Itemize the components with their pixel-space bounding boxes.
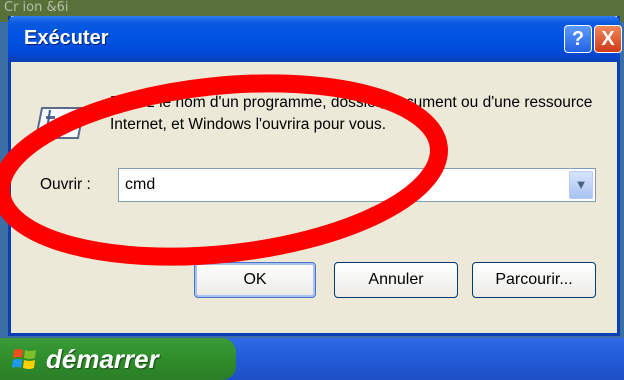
- start-label: démarrer: [46, 344, 159, 374]
- windows-logo-icon: [12, 349, 36, 369]
- chevron-down-icon[interactable]: ▼: [569, 171, 593, 199]
- open-label: Ouvrir :: [40, 176, 91, 193]
- open-input[interactable]: cmd: [125, 176, 155, 194]
- close-button[interactable]: X: [594, 25, 622, 53]
- browse-button[interactable]: Parcourir...: [472, 262, 596, 298]
- open-combobox[interactable]: cmd ▼: [118, 168, 596, 202]
- dialog-title: Exécuter: [24, 27, 109, 49]
- help-button[interactable]: ?: [564, 25, 592, 53]
- desktop-text: Cr ion &6i: [4, 0, 69, 15]
- title-bar[interactable]: Exécuter ? X: [8, 16, 622, 62]
- dialog-description: Entrez le nom d'un programme, dossier, d…: [110, 94, 593, 133]
- ok-button[interactable]: OK: [194, 262, 316, 298]
- cancel-button[interactable]: Annuler: [334, 262, 458, 298]
- start-button[interactable]: démarrer: [0, 338, 236, 380]
- run-dialog-icon: [36, 107, 86, 139]
- taskbar: démarrer: [0, 338, 624, 380]
